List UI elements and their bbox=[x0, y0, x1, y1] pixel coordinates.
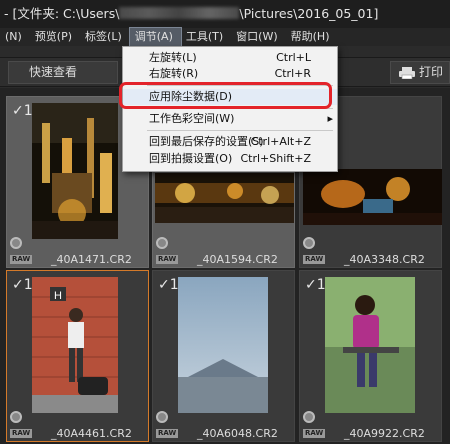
settings-icon bbox=[10, 237, 22, 249]
thumbnail-image bbox=[32, 103, 118, 239]
submenu-arrow-icon: ▸ bbox=[327, 112, 333, 125]
window-title-bar: - [文件夹: C:\Users\ \Pictures\2016_05_01] bbox=[0, 0, 450, 28]
check-mark-icon[interactable]: ✓1 bbox=[158, 277, 179, 293]
filename-label: _40A1471.CR2 bbox=[51, 253, 132, 266]
menu-adjust[interactable]: 调节(A) bbox=[128, 27, 182, 47]
menu-item-rotate-right[interactable]: 右旋转(R) Ctrl+R bbox=[123, 66, 337, 82]
printer-icon bbox=[399, 67, 415, 79]
print-label: 打印 bbox=[419, 65, 444, 79]
menu-item-revert-last-saved[interactable]: 回到最后保存的设置(S) Ctrl+Alt+Z bbox=[123, 134, 337, 150]
shortcut-label: Ctrl+R bbox=[274, 67, 311, 80]
settings-icon bbox=[156, 411, 168, 423]
menu-separator bbox=[147, 108, 333, 109]
menu-file[interactable]: (N) bbox=[0, 28, 30, 46]
menu-item-label: 工作色彩空间(W) bbox=[149, 112, 235, 125]
filename-label: _40A9922.CR2 bbox=[344, 427, 425, 440]
menu-item-working-color-space[interactable]: 工作色彩空间(W) ▸ bbox=[123, 111, 337, 127]
window-title-suffix: \Pictures\2016_05_01] bbox=[239, 6, 379, 21]
raw-badge: RAW bbox=[303, 255, 326, 264]
menu-label[interactable]: 标签(L) bbox=[80, 28, 130, 46]
menu-item-label: 应用除尘数据(D) bbox=[149, 90, 233, 103]
menu-item-label: 回到最后保存的设置(S) bbox=[149, 135, 264, 148]
adjust-dropdown-menu: 左旋转(L) Ctrl+L 右旋转(R) Ctrl+R 应用除尘数据(D) 工作… bbox=[122, 46, 338, 172]
filename-label: _40A4461.CR2 bbox=[51, 427, 132, 440]
menu-window[interactable]: 窗口(W) bbox=[231, 28, 285, 46]
menu-tools[interactable]: 工具(T) bbox=[181, 28, 231, 46]
filename-label: _40A3348.CR2 bbox=[344, 253, 425, 266]
thumbnail-cell[interactable]: ✓1 H RAW _40A4461.CR2 bbox=[6, 270, 149, 442]
thumbnail-image bbox=[303, 169, 442, 225]
menu-item-label: 右旋转(R) bbox=[149, 67, 199, 80]
window-title-prefix: - [文件夹: C:\Users\ bbox=[4, 6, 120, 21]
raw-badge: RAW bbox=[303, 429, 326, 438]
redacted-username bbox=[119, 7, 240, 19]
thumbnail-image bbox=[178, 277, 268, 413]
check-mark-icon[interactable]: ✓1 bbox=[12, 277, 33, 293]
menu-bar: (N) 预览(P) 标签(L) 调节(A) 工具(T) 窗口(W) 帮助(H) bbox=[0, 27, 450, 47]
settings-icon bbox=[303, 411, 315, 423]
thumbnail-image: H bbox=[32, 277, 118, 413]
quick-view-button[interactable]: 快速查看 bbox=[8, 61, 118, 84]
menu-separator bbox=[147, 130, 333, 131]
shortcut-label: Ctrl+Shift+Z bbox=[240, 152, 311, 165]
menu-item-rotate-left[interactable]: 左旋转(L) Ctrl+L bbox=[123, 50, 337, 66]
menu-preview[interactable]: 预览(P) bbox=[30, 28, 80, 46]
check-mark-icon[interactable]: ✓1 bbox=[12, 103, 33, 119]
thumbnail-cell[interactable]: ✓1 RAW _40A9922.CR2 bbox=[299, 270, 442, 442]
raw-badge: RAW bbox=[156, 255, 179, 264]
menu-separator bbox=[147, 85, 333, 86]
shortcut-label: Ctrl+L bbox=[276, 51, 311, 64]
raw-badge: RAW bbox=[10, 429, 33, 438]
menu-item-label: 回到拍摄设置(O) bbox=[149, 152, 233, 165]
raw-badge: RAW bbox=[10, 255, 33, 264]
settings-icon bbox=[10, 411, 22, 423]
thumbnail-cell[interactable]: ✓1 RAW _40A6048.CR2 bbox=[152, 270, 295, 442]
menu-item-label: 左旋转(L) bbox=[149, 51, 197, 64]
raw-badge: RAW bbox=[156, 429, 179, 438]
svg-text:H: H bbox=[54, 290, 62, 302]
thumbnail-image bbox=[155, 173, 294, 223]
check-mark-icon[interactable]: ✓1 bbox=[305, 277, 326, 293]
filename-label: _40A1594.CR2 bbox=[197, 253, 278, 266]
menu-item-revert-shot-settings[interactable]: 回到拍摄设置(O) Ctrl+Shift+Z bbox=[123, 151, 337, 167]
menu-item-apply-dust-delete-data[interactable]: 应用除尘数据(D) bbox=[123, 89, 337, 105]
settings-icon bbox=[156, 237, 168, 249]
print-button[interactable]: 打印 bbox=[390, 61, 450, 84]
menu-help[interactable]: 帮助(H) bbox=[286, 28, 338, 46]
settings-icon bbox=[303, 237, 315, 249]
thumbnail-image bbox=[325, 277, 415, 413]
filename-label: _40A6048.CR2 bbox=[197, 427, 278, 440]
shortcut-label: Ctrl+Alt+Z bbox=[250, 135, 311, 148]
